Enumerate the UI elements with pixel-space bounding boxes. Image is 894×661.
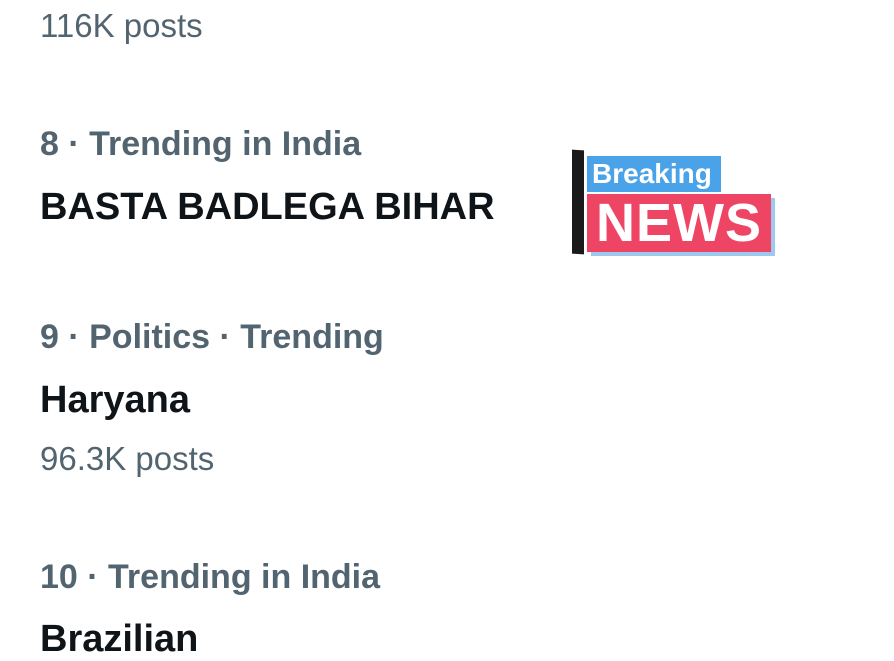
sticker-news-text: NEWS	[596, 193, 762, 253]
trend-post-count: 96.3K posts	[40, 440, 215, 477]
trend-title: Haryana	[40, 379, 190, 421]
trend-title: BASTA BADLEGA BIHAR	[40, 186, 495, 228]
trend-meta: 8 · Trending in India	[40, 125, 362, 163]
breaking-news-sticker: Breaking NEWS	[570, 148, 780, 260]
sticker-pole	[572, 149, 584, 255]
trend-meta: 9 · Politics · Trending	[40, 318, 384, 356]
trend-post-count: 116K posts	[40, 7, 203, 44]
trending-list: 116K posts 8 · Trending in India BASTA B…	[0, 0, 894, 661]
sticker-breaking-text: Breaking	[592, 158, 712, 189]
trend-meta: 10 · Trending in India	[40, 558, 381, 596]
trend-title: Brazilian	[40, 618, 199, 660]
